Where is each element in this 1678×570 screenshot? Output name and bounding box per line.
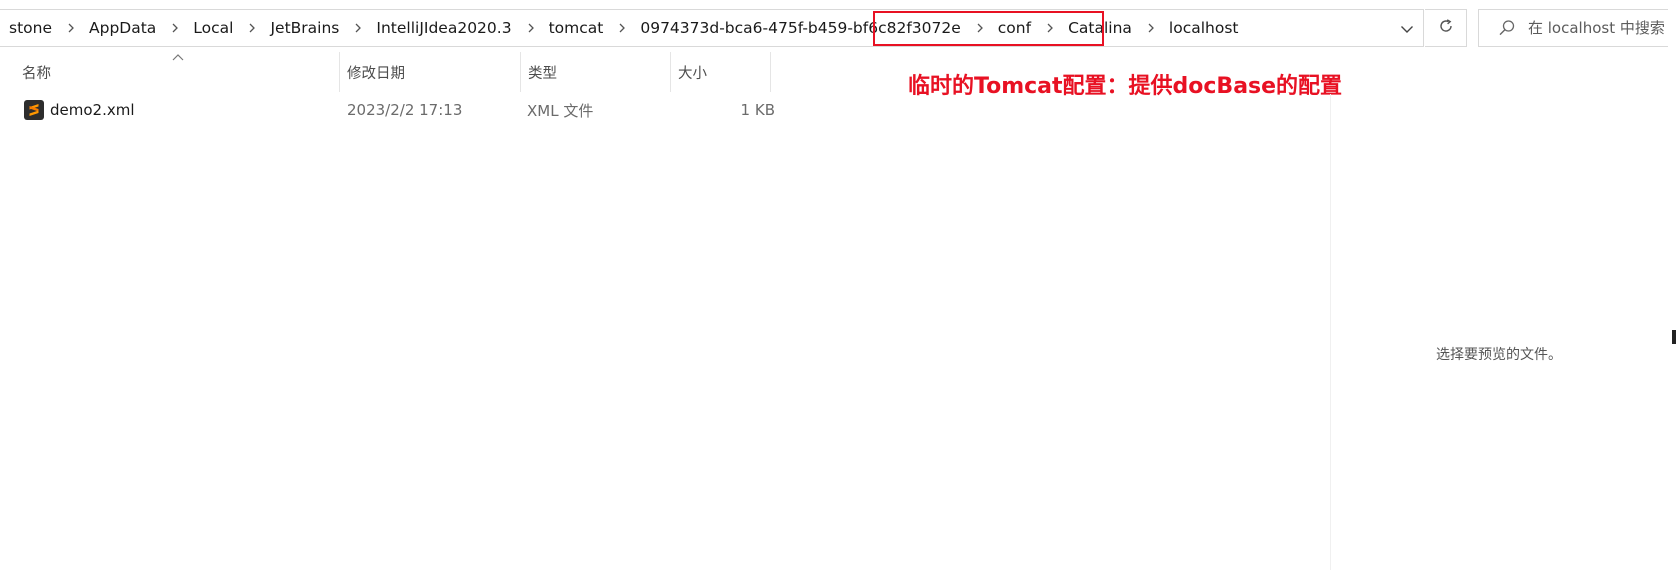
search-icon — [1498, 19, 1516, 37]
column-header-date[interactable]: 修改日期 — [339, 52, 520, 92]
address-history-dropdown[interactable] — [1391, 10, 1423, 46]
preview-pane: 选择要预览的文件。 — [1330, 94, 1678, 570]
column-headers: 名称 修改日期 类型 大小 — [0, 52, 772, 92]
file-size: 1 KB — [740, 101, 775, 119]
column-header-size[interactable]: 大小 — [670, 52, 771, 92]
refresh-button[interactable] — [1425, 9, 1467, 47]
address-bar[interactable]: stone AppData Local JetBrains IntelliJId… — [0, 9, 1424, 47]
search-box[interactable] — [1478, 9, 1668, 47]
chevron-right-icon[interactable] — [522, 23, 540, 33]
breadcrumb-item-local[interactable]: Local — [184, 19, 233, 37]
breadcrumb-item-guid[interactable]: 0974373d-bca6-475f-b459-bf6c82f3072e — [631, 19, 960, 37]
search-input[interactable] — [1528, 19, 1668, 37]
pane-resize-handle[interactable] — [1672, 330, 1676, 344]
file-row[interactable]: demo2.xml 2023/2/2 17:13 XML 文件 1 KB — [15, 94, 775, 126]
file-date: 2023/2/2 17:13 — [347, 101, 463, 119]
breadcrumb: stone AppData Local JetBrains IntelliJId… — [0, 10, 1238, 46]
chevron-right-icon[interactable] — [613, 23, 631, 33]
chevron-right-icon[interactable] — [971, 23, 989, 33]
breadcrumb-item-localhost[interactable]: localhost — [1160, 19, 1239, 37]
chevron-right-icon[interactable] — [166, 23, 184, 33]
column-header-name[interactable]: 名称 — [15, 52, 339, 92]
breadcrumb-item-appdata[interactable]: AppData — [80, 19, 156, 37]
sublime-text-file-icon — [24, 100, 44, 120]
breadcrumb-item-stone[interactable]: stone — [0, 19, 52, 37]
breadcrumb-item-jetbrains[interactable]: JetBrains — [261, 19, 339, 37]
chevron-right-icon[interactable] — [1041, 23, 1059, 33]
breadcrumb-item-tomcat[interactable]: tomcat — [540, 19, 604, 37]
preview-empty-message: 选择要预览的文件。 — [1436, 347, 1562, 363]
refresh-icon — [1438, 18, 1454, 38]
breadcrumb-item-catalina[interactable]: Catalina — [1059, 19, 1132, 37]
annotation-text: 临时的Tomcat配置：提供docBase的配置 — [908, 74, 1343, 99]
breadcrumb-item-intellij[interactable]: IntelliJIdea2020.3 — [367, 19, 511, 37]
column-header-type[interactable]: 类型 — [520, 52, 670, 92]
chevron-down-icon — [1400, 19, 1414, 38]
file-name: demo2.xml — [50, 101, 135, 119]
chevron-right-icon[interactable] — [243, 23, 261, 33]
breadcrumb-item-conf[interactable]: conf — [989, 19, 1031, 37]
file-type: XML 文件 — [527, 101, 594, 120]
file-list: demo2.xml 2023/2/2 17:13 XML 文件 1 KB — [15, 94, 775, 126]
chevron-right-icon[interactable] — [1142, 23, 1160, 33]
chevron-right-icon[interactable] — [349, 23, 367, 33]
chevron-right-icon[interactable] — [62, 23, 80, 33]
